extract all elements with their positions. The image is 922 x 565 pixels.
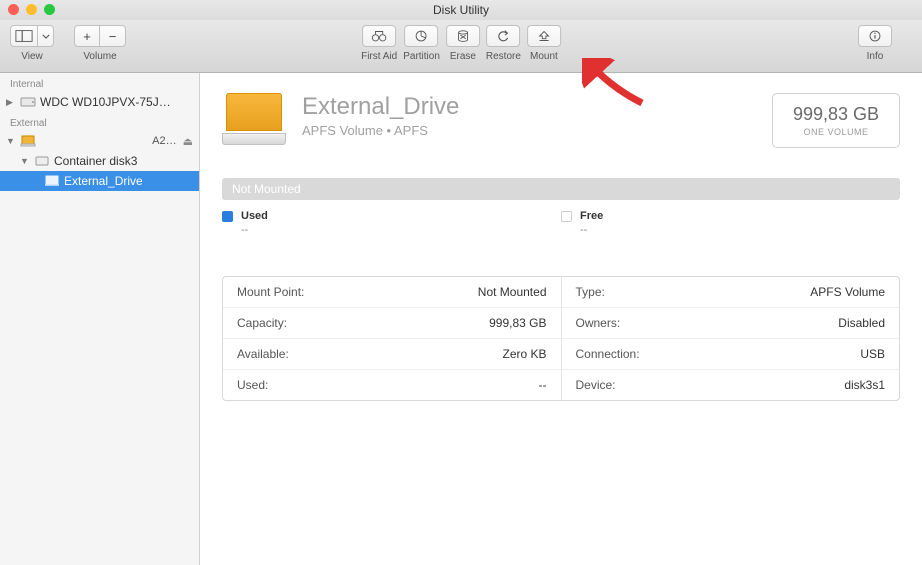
volume-add-button[interactable]: + [74,25,100,47]
zoom-window-button[interactable] [44,4,55,15]
volume-label: Volume [83,51,116,62]
info-value: APFS Volume [810,285,885,299]
disclosure-triangle-icon[interactable]: ▼ [20,156,30,166]
used-label: Used [241,210,268,222]
titlebar: Disk Utility [0,0,922,20]
info-row: Available: Zero KB [223,339,561,370]
free-value: -- [580,224,603,236]
info-table: Mount Point: Not Mounted Capacity: 999,83 G… [222,276,900,401]
volume-size-sub: ONE VOLUME [793,127,879,137]
container-label: Container disk3 [54,154,193,168]
volume-icon [44,174,60,188]
info-label: Info [867,51,884,62]
info-key: Connection: [576,347,640,361]
mount-button[interactable] [527,25,561,47]
container-icon [34,154,50,168]
partition-label: Partition [403,51,440,62]
disk-label: WDC WD10JPVX-75J… [40,95,193,109]
info-row: Used: -- [223,370,561,400]
volume-icon-large [222,93,286,145]
firstaid-button[interactable] [362,25,396,47]
view-label: View [21,51,43,62]
erase-button[interactable] [446,25,480,47]
minimize-window-button[interactable] [26,4,37,15]
firstaid-label: First Aid [361,51,397,62]
info-row: Owners: Disabled [562,308,900,339]
info-key: Device: [576,378,616,392]
toolbar: View + − Volume First Aid Partition Eras… [0,20,922,73]
eject-icon[interactable]: ⏏ [183,135,193,148]
sidebar-item-volume[interactable]: External_Drive [0,171,199,191]
info-row: Capacity: 999,83 GB [223,308,561,339]
free-label: Free [580,210,603,222]
info-value: disk3s1 [844,378,885,392]
info-row: Connection: USB [562,339,900,370]
window-controls [8,4,55,15]
volume-remove-button[interactable]: − [100,25,126,47]
info-key: Type: [576,285,605,299]
used-value: -- [241,224,268,236]
info-row: Mount Point: Not Mounted [223,277,561,308]
info-key: Owners: [576,316,621,330]
volume-name: External_Drive [302,93,756,121]
info-value: Not Mounted [478,285,547,299]
mount-label: Mount [530,51,558,62]
volume-size: 999,83 GB [793,104,879,125]
status-bar: Not Mounted [222,178,900,200]
disclosure-triangle-icon[interactable]: ▼ [6,136,16,146]
info-value: -- [539,378,547,392]
view-button[interactable] [10,25,38,47]
info-value: 999,83 GB [489,316,546,330]
partition-button[interactable] [405,25,439,47]
size-box: 999,83 GB ONE VOLUME [772,93,900,148]
erase-label: Erase [450,51,476,62]
info-value: USB [860,347,885,361]
restore-label: Restore [486,51,521,62]
sidebar-item-internal-disk[interactable]: ▶ WDC WD10JPVX-75J… [0,92,199,112]
view-dropdown-button[interactable] [38,25,54,47]
info-value: Disabled [838,316,885,330]
restore-button[interactable] [486,25,520,47]
sidebar-header-internal: Internal [0,73,199,92]
hdd-icon [20,95,36,109]
external-drive-icon [20,134,36,148]
disclosure-triangle-icon[interactable]: ▶ [6,97,16,108]
info-value: Zero KB [502,347,546,361]
free-swatch [561,211,572,222]
disk-size-label: A2… [152,135,176,147]
volume-label: External_Drive [64,174,193,188]
info-key: Available: [237,347,289,361]
info-key: Mount Point: [237,285,304,299]
used-swatch [222,211,233,222]
content-pane: External_Drive APFS Volume • APFS 999,83… [200,73,922,565]
window-title: Disk Utility [433,3,489,17]
info-row: Type: APFS Volume [562,277,900,308]
volume-subtitle: APFS Volume • APFS [302,123,756,138]
sidebar-item-container[interactable]: ▼ Container disk3 [0,151,199,171]
close-window-button[interactable] [8,4,19,15]
info-key: Used: [237,378,268,392]
sidebar: Internal ▶ WDC WD10JPVX-75J… External ▼ … [0,73,200,565]
sidebar-header-external: External [0,112,199,131]
sidebar-item-external-disk[interactable]: ▼ A2… ⏏ [0,131,199,151]
info-row: Device: disk3s1 [562,370,900,400]
info-key: Capacity: [237,316,287,330]
info-button[interactable] [858,25,892,47]
